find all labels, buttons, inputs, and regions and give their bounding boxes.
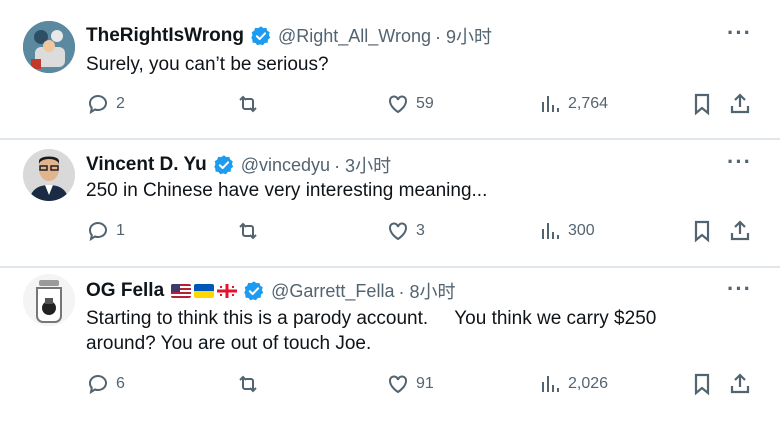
reply-count: 1 <box>116 222 125 239</box>
heart-icon <box>389 375 407 394</box>
tweet-1[interactable]: TheRightIsWrong @Right_All_Wrong · 9小时 ·… <box>0 0 780 138</box>
reply-button[interactable]: 6 <box>86 372 125 396</box>
views-count: 2,764 <box>568 95 609 112</box>
avatar[interactable] <box>23 21 75 73</box>
bookmark-icon <box>694 373 710 396</box>
reply-count: 2 <box>116 95 125 112</box>
more-options-icon[interactable]: ··· <box>727 276 752 302</box>
tweet-text: Surely, you can’t be serious? <box>86 54 329 75</box>
heart-icon <box>389 222 407 241</box>
verified-badge-icon <box>251 26 271 46</box>
user-handle[interactable]: @Right_All_Wrong <box>278 26 431 47</box>
bookmark-button[interactable] <box>690 92 714 116</box>
heart-icon <box>389 95 407 114</box>
avatar[interactable] <box>23 274 75 326</box>
reply-button[interactable]: 1 <box>86 219 125 243</box>
tweet-3[interactable]: OG Fella @Garrett_Fella · 8小时 ··· Starti… <box>0 268 780 418</box>
display-name[interactable]: OG Fella <box>86 280 164 302</box>
display-name[interactable]: Vincent D. Yu <box>86 154 207 176</box>
display-name[interactable]: TheRightIsWrong <box>86 25 244 47</box>
bookmark-icon <box>694 220 710 243</box>
retweet-icon <box>239 375 257 393</box>
like-button[interactable]: 91 <box>386 372 434 396</box>
views-icon <box>542 223 559 239</box>
user-handle[interactable]: @Garrett_Fella <box>271 281 394 302</box>
like-count: 59 <box>416 95 434 112</box>
reply-count: 6 <box>116 375 125 392</box>
retweet-button[interactable] <box>236 372 266 396</box>
verified-badge-icon <box>244 281 264 301</box>
georgia-flag-icon <box>217 284 238 298</box>
bookmark-icon <box>694 93 710 116</box>
timestamp[interactable]: · 3小时 <box>334 152 391 178</box>
reply-icon <box>89 222 107 242</box>
reply-icon <box>89 375 107 395</box>
retweet-icon <box>239 95 257 113</box>
share-icon <box>730 93 750 114</box>
views-button[interactable]: 300 <box>538 219 595 243</box>
bookmark-button[interactable] <box>690 219 714 243</box>
views-button[interactable]: 2,764 <box>538 92 608 116</box>
share-button[interactable] <box>728 92 752 116</box>
views-icon <box>542 376 559 392</box>
like-count: 91 <box>416 375 434 392</box>
timestamp[interactable]: · 9小时 <box>435 23 492 49</box>
more-options-icon[interactable]: ··· <box>727 149 752 175</box>
reply-icon <box>89 95 107 115</box>
like-count: 3 <box>416 222 425 239</box>
retweet-button[interactable] <box>236 219 266 243</box>
reply-button[interactable]: 2 <box>86 92 125 116</box>
tweet-text: 250 in Chinese have very interesting mea… <box>86 180 488 201</box>
tweet-header: Vincent D. Yu @vincedyu · 3小时 <box>86 152 391 178</box>
views-icon <box>542 96 559 112</box>
action-bar: 2 59 2,764 <box>0 92 780 118</box>
retweet-icon <box>239 222 257 240</box>
views-count: 300 <box>568 222 595 239</box>
ukraine-flag-icon <box>194 284 215 298</box>
flag-emojis <box>171 284 238 298</box>
share-button[interactable] <box>728 219 752 243</box>
action-bar: 1 3 300 <box>0 219 780 245</box>
bookmark-button[interactable] <box>690 372 714 396</box>
verified-badge-icon <box>214 155 233 175</box>
like-button[interactable]: 3 <box>386 219 425 243</box>
tweet-text-line-2: around? You are out of touch Joe. <box>86 333 372 354</box>
tweet-feed: TheRightIsWrong @Right_All_Wrong · 9小时 ·… <box>0 0 780 424</box>
timestamp[interactable]: · 8小时 <box>398 278 455 304</box>
views-button[interactable]: 2,026 <box>538 372 608 396</box>
us-flag-icon <box>171 284 192 298</box>
tweet-header: OG Fella @Garrett_Fella · 8小时 <box>86 278 455 304</box>
action-bar: 6 91 2,026 <box>0 372 780 398</box>
tweet-text-line-1: Starting to think this is a parody accou… <box>86 308 657 329</box>
more-options-icon[interactable]: ··· <box>727 20 752 46</box>
retweet-button[interactable] <box>236 92 266 116</box>
share-button[interactable] <box>728 372 752 396</box>
tweet-2[interactable]: Vincent D. Yu @vincedyu · 3小时 ··· 250 in… <box>0 140 780 266</box>
avatar[interactable] <box>23 149 75 201</box>
share-icon <box>730 220 750 241</box>
tweet-header: TheRightIsWrong @Right_All_Wrong · 9小时 <box>86 23 492 49</box>
views-count: 2,026 <box>568 375 609 392</box>
user-handle[interactable]: @vincedyu <box>241 155 330 176</box>
like-button[interactable]: 59 <box>386 92 434 116</box>
share-icon <box>730 373 750 394</box>
